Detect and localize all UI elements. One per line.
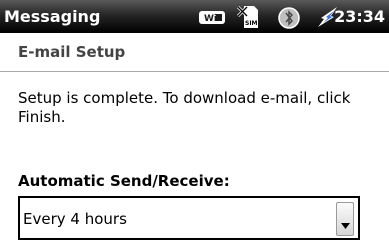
- no-sim-icon[interactable]: SIM: [235, 4, 265, 30]
- status-bar: Messaging Wi SIM 23:34: [0, 0, 389, 33]
- dropdown-arrow-button[interactable]: [336, 202, 354, 236]
- dropdown-selected-value: Every 4 hours: [23, 210, 127, 228]
- chevron-down-icon: [341, 223, 350, 229]
- wifi-label: Wi: [204, 14, 217, 24]
- divider: [0, 71, 389, 72]
- clock[interactable]: 23:34: [334, 7, 385, 26]
- page-title: E-mail Setup: [18, 43, 126, 61]
- auto-send-receive-dropdown[interactable]: Every 4 hours: [18, 196, 360, 240]
- auto-send-receive-label: Automatic Send/Receive:: [18, 172, 230, 190]
- wifi-icon[interactable]: Wi: [197, 4, 227, 30]
- sim-label: SIM: [245, 20, 258, 27]
- setup-complete-message: Setup is complete. To download e-mail, c…: [18, 89, 351, 126]
- app-title[interactable]: Messaging: [4, 7, 100, 26]
- bluetooth-icon[interactable]: [275, 4, 305, 30]
